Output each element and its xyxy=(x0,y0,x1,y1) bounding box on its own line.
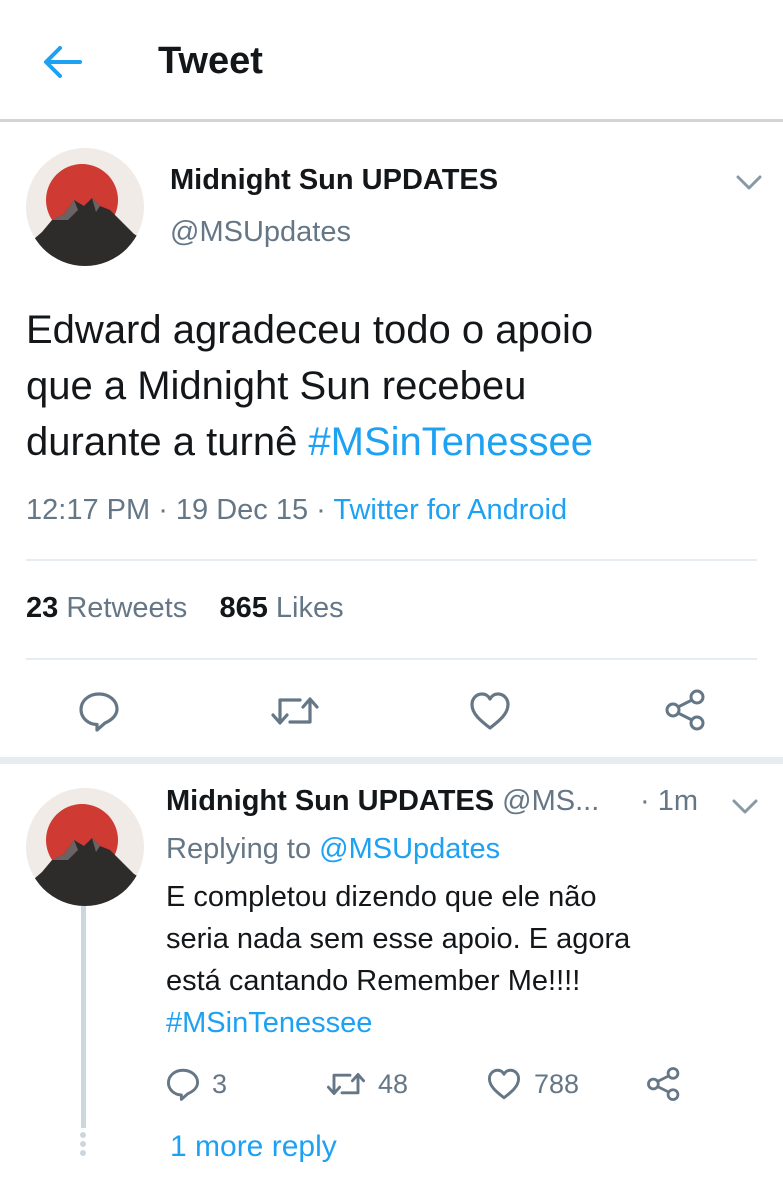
reply-author-name: Midnight Sun UPDATES xyxy=(166,785,495,817)
reply-icon xyxy=(79,692,119,732)
tweet-text-line: Edward agradeceu todo o apoio xyxy=(26,308,594,352)
heart-icon xyxy=(487,1068,521,1100)
reply-count: 3 xyxy=(212,1068,228,1099)
meta-separator: · xyxy=(308,494,334,526)
retweets-stat[interactable]: 23 Retweets xyxy=(26,592,187,624)
share-button[interactable] xyxy=(664,688,708,737)
arrow-left-icon xyxy=(44,46,82,78)
reply-icon xyxy=(166,1068,200,1101)
tweet-text: Edward agradeceu todo o apoio que a Midn… xyxy=(26,302,766,470)
page-title: Tweet xyxy=(158,40,263,82)
like-count: 788 xyxy=(534,1068,580,1099)
hashtag-link[interactable]: #MSinTenessee xyxy=(308,420,593,464)
reply-hashtag-link[interactable]: #MSinTenessee xyxy=(166,1002,756,1044)
meta-separator: · xyxy=(150,494,176,526)
thread-continuation-dots xyxy=(80,1132,86,1159)
reply-menu-button[interactable] xyxy=(730,796,760,818)
divider xyxy=(26,658,757,660)
likes-label: Likes xyxy=(275,592,344,624)
tweet-meta: 12:17 PM · 19 Dec 15 · Twitter for Andro… xyxy=(26,494,567,527)
reply-like-button[interactable]: 788 xyxy=(486,1064,579,1104)
reply-text-line: está cantando Remember Me!!!! xyxy=(166,965,581,997)
section-separator xyxy=(0,757,783,764)
heart-icon xyxy=(470,692,510,730)
share-icon xyxy=(647,1067,680,1101)
retweet-count: 48 xyxy=(378,1068,409,1099)
reply-author-avatar[interactable] xyxy=(26,788,144,906)
replying-to-label: Replying to xyxy=(166,833,320,865)
author-name[interactable]: Midnight Sun UPDATES xyxy=(170,164,498,197)
retweet-icon xyxy=(326,1072,366,1096)
reply-reply-button[interactable]: 3 xyxy=(166,1064,227,1104)
author-avatar[interactable] xyxy=(26,148,144,266)
tweet-stats: 23 Retweets 865 Likes xyxy=(26,592,344,625)
reply-button[interactable] xyxy=(78,690,120,737)
like-button[interactable] xyxy=(468,690,512,737)
divider xyxy=(26,559,757,561)
retweets-count: 23 xyxy=(26,592,59,624)
reply-header[interactable]: Midnight Sun UPDATES @MS... xyxy=(166,785,599,818)
reply-text-line: E completou dizendo que ele não xyxy=(166,881,597,913)
reply-author-handle: @MS... xyxy=(502,785,600,817)
thread-line xyxy=(81,906,86,1128)
reply-retweet-button[interactable]: 48 xyxy=(326,1064,408,1104)
replying-to-handle-link[interactable]: @MSUpdates xyxy=(319,833,500,865)
likes-count: 865 xyxy=(219,592,268,624)
reply-time: · 1m xyxy=(640,785,698,817)
retweet-button[interactable] xyxy=(270,690,320,737)
tweet-time: 12:17 PM xyxy=(26,494,151,526)
replying-to: Replying to @MSUpdates xyxy=(166,833,500,866)
reply-text: E completou dizendo que ele não seria na… xyxy=(166,876,756,1044)
author-handle[interactable]: @MSUpdates xyxy=(170,216,351,249)
tweet-text-line: que a Midnight Sun recebeu xyxy=(26,364,527,408)
retweets-label: Retweets xyxy=(66,592,188,624)
back-button[interactable] xyxy=(40,42,84,82)
tweet-menu-button[interactable] xyxy=(734,172,764,194)
share-icon xyxy=(665,689,705,731)
chevron-down-icon xyxy=(732,799,758,814)
top-app-bar: Tweet xyxy=(0,0,783,122)
tweet-source-link[interactable]: Twitter for Android xyxy=(333,494,567,526)
reply-share-button[interactable] xyxy=(646,1064,682,1104)
reply-text-line: seria nada sem esse apoio. E agora xyxy=(166,923,631,955)
tweet-text-line: durante a turnê xyxy=(26,420,309,464)
chevron-down-icon xyxy=(736,175,762,190)
likes-stat[interactable]: 865 Likes xyxy=(219,592,343,624)
more-replies-link[interactable]: 1 more reply xyxy=(170,1130,337,1164)
tweet-date: 19 Dec 15 xyxy=(175,494,309,526)
retweet-icon xyxy=(271,697,319,725)
